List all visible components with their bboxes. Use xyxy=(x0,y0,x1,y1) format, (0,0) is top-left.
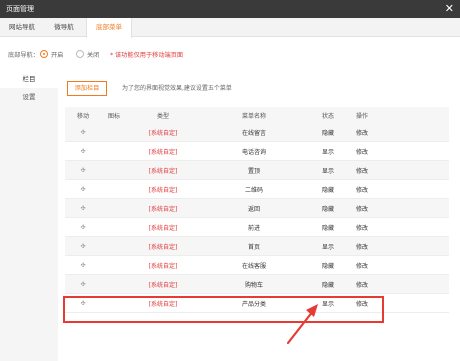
row-status: 隐藏 xyxy=(321,186,334,194)
row-edit-link[interactable]: 修改 xyxy=(347,256,377,274)
row-menu-name: 首页 xyxy=(247,243,260,251)
tab-site-nav[interactable]: 网站导航 xyxy=(0,18,44,37)
header-status: 状态 xyxy=(321,112,334,120)
bottom-nav-label: 底部导航： xyxy=(8,52,39,59)
row-status: 显示 xyxy=(321,148,334,156)
mobile-only-note: * 该功能仅用于移动端页面 xyxy=(110,52,184,59)
row-status: 隐藏 xyxy=(321,281,334,289)
drag-handle-icon[interactable]: ✣ xyxy=(65,237,101,255)
row-type: [系统自定] xyxy=(148,148,178,156)
drag-handle-icon[interactable]: ✣ xyxy=(65,142,101,160)
row-icon-cell xyxy=(101,123,127,141)
row-edit-link[interactable]: 修改 xyxy=(347,180,377,198)
bottom-nav-row: 底部导航： 开启 关闭 * 该功能仅用于移动端页面 xyxy=(0,48,460,60)
table-row: ✣ [系统自定] 电话咨询 显示 修改 xyxy=(65,142,449,161)
table-row: ✣ [系统自定] 在线客服 隐藏 修改 xyxy=(65,256,449,275)
table-row: ✣ [系统自定] 二维码 隐藏 修改 xyxy=(65,180,449,199)
sidebar-item-settings[interactable]: 设置 xyxy=(0,88,58,106)
drag-handle-icon[interactable]: ✣ xyxy=(65,123,101,141)
annotation-highlight-box xyxy=(63,296,384,323)
add-column-button[interactable]: 添加栏目 xyxy=(67,81,107,96)
drag-handle-icon[interactable]: ✣ xyxy=(65,180,101,198)
row-status: 隐藏 xyxy=(321,262,334,270)
header-icon: 图标 xyxy=(107,112,120,120)
table-row: ✣ [系统自定] 返回 隐藏 修改 xyxy=(65,199,449,218)
row-type: [系统自定] xyxy=(148,167,178,175)
tab-bar: 网站导航 微导航 底部菜单 xyxy=(0,18,460,38)
row-edit-link[interactable]: 修改 xyxy=(347,275,377,293)
row-icon-cell xyxy=(101,237,127,255)
row-type: [系统自定] xyxy=(148,224,178,232)
row-status: 显示 xyxy=(321,243,334,251)
table-row: ✣ [系统自定] 首页 显示 修改 xyxy=(65,237,449,256)
row-menu-name: 在线客服 xyxy=(241,262,266,270)
row-icon-cell xyxy=(101,161,127,179)
drag-handle-icon[interactable]: ✣ xyxy=(65,256,101,274)
row-type: [系统自定] xyxy=(148,243,178,251)
row-menu-name: 购物车 xyxy=(244,281,263,289)
row-menu-name: 二维码 xyxy=(244,186,263,194)
row-edit-link[interactable]: 修改 xyxy=(347,161,377,179)
row-status: 隐藏 xyxy=(321,129,334,137)
row-icon-cell xyxy=(101,180,127,198)
row-edit-link[interactable]: 修改 xyxy=(347,237,377,255)
row-icon-cell xyxy=(101,256,127,274)
row-menu-name: 返回 xyxy=(247,205,260,213)
table-row: ✣ [系统自定] 前进 隐藏 修改 xyxy=(65,218,449,237)
row-edit-link[interactable]: 修改 xyxy=(347,142,377,160)
sidebar-item-columns[interactable]: 栏目 xyxy=(0,70,58,88)
table-row: ✣ [系统自定] 置顶 显示 修改 xyxy=(65,161,449,180)
menu-table: 移动 图标 类型 菜单名称 状态 操作 ✣ [系统自定] 在线留言 隐藏 修改 ✣ [系统自… xyxy=(65,107,449,313)
row-type: [系统自定] xyxy=(148,281,178,289)
close-icon[interactable]: ✕ xyxy=(445,2,454,15)
window-title: 页面管理 xyxy=(6,5,34,13)
row-menu-name: 在线留言 xyxy=(241,129,266,137)
table-body: ✣ [系统自定] 在线留言 隐藏 修改 ✣ [系统自定] 电话咨询 显示 修改 ✣ [系统自定] 置顶显… xyxy=(65,123,449,313)
row-type: [系统自定] xyxy=(148,205,178,213)
menu-count-hint: 为了您的界面视觉效果,建议设置五个菜单 xyxy=(122,85,232,92)
drag-handle-icon[interactable]: ✣ xyxy=(65,218,101,236)
table-header: 移动 图标 类型 菜单名称 状态 操作 xyxy=(65,107,449,123)
tab-bottom-menu[interactable]: 底部菜单 xyxy=(86,18,132,38)
window-titlebar: 页面管理 ✕ xyxy=(0,0,460,18)
row-type: [系统自定] xyxy=(148,262,178,270)
drag-handle-icon[interactable]: ✣ xyxy=(65,275,101,293)
drag-handle-icon[interactable]: ✣ xyxy=(65,199,101,217)
annotation-arrow-icon xyxy=(286,304,318,345)
radio-enable-dot xyxy=(40,50,48,58)
row-status: 隐藏 xyxy=(321,205,334,213)
row-status: 隐藏 xyxy=(321,224,334,232)
row-menu-name: 置顶 xyxy=(247,167,260,175)
tab-micro-nav[interactable]: 微导航 xyxy=(44,18,84,37)
row-edit-link[interactable]: 修改 xyxy=(347,123,377,141)
row-menu-name: 前进 xyxy=(247,224,260,232)
row-edit-link[interactable]: 修改 xyxy=(347,199,377,217)
row-icon-cell xyxy=(101,218,127,236)
row-type: [系统自定] xyxy=(148,129,178,137)
header-menu-name: 菜单名称 xyxy=(241,112,266,120)
table-row: ✣ [系统自定] 在线留言 隐藏 修改 xyxy=(65,123,449,142)
sidebar-filler xyxy=(0,106,58,361)
header-operation: 操作 xyxy=(355,112,368,120)
row-status: 显示 xyxy=(321,167,334,175)
row-icon-cell xyxy=(101,275,127,293)
row-menu-name: 电话咨询 xyxy=(241,148,266,156)
row-icon-cell xyxy=(101,142,127,160)
radio-disable-dot xyxy=(76,50,84,58)
row-icon-cell xyxy=(101,199,127,217)
header-type: 类型 xyxy=(156,112,169,120)
radio-disable-label: 关闭 xyxy=(87,52,100,59)
header-move: 移动 xyxy=(76,112,89,120)
sidebar: 栏目 设置 xyxy=(0,70,58,361)
drag-handle-icon[interactable]: ✣ xyxy=(65,161,101,179)
row-edit-link[interactable]: 修改 xyxy=(347,218,377,236)
radio-enable-label: 开启 xyxy=(51,52,64,59)
row-type: [系统自定] xyxy=(148,186,178,194)
table-row: ✣ [系统自定] 购物车 隐藏 修改 xyxy=(65,275,449,294)
